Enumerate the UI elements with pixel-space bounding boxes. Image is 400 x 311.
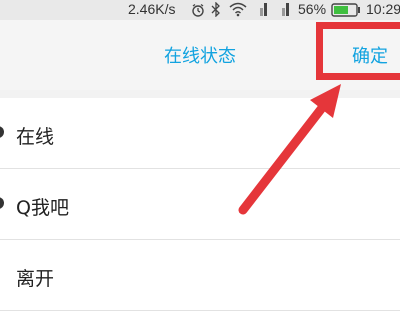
red-arrow-annotation <box>238 84 341 215</box>
